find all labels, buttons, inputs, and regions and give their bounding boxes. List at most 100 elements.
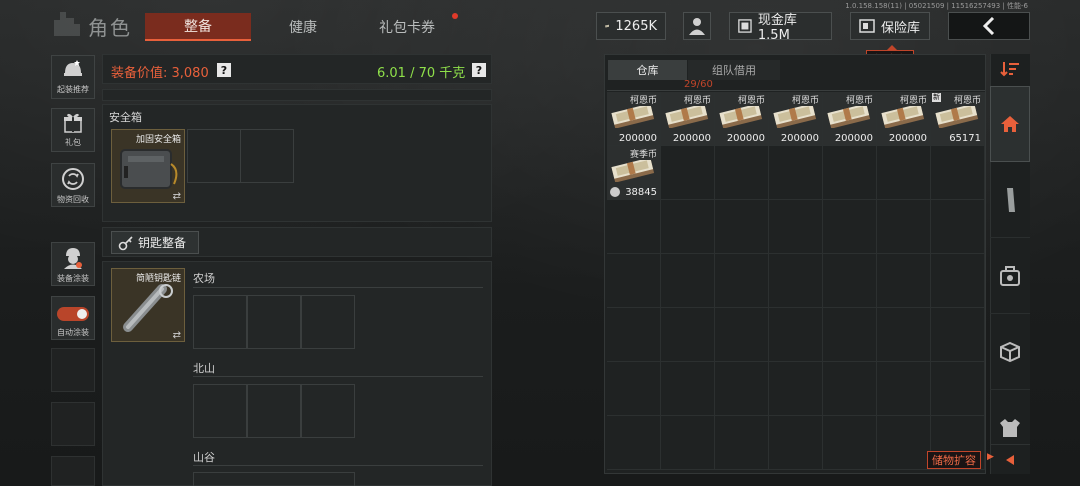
safebox-slot[interactable]: [240, 129, 294, 183]
keychain-item-tile[interactable]: 简陋钥匙链 ⇄: [111, 268, 185, 342]
keys-loadout-button[interactable]: 钥匙整备: [111, 231, 199, 254]
warehouse-slot[interactable]: 柯恩币 200000: [661, 92, 715, 146]
warehouse-item[interactable]: 柯恩币 200000: [607, 92, 660, 145]
warehouse-slot[interactable]: 柯恩币 200000: [607, 92, 661, 146]
warehouse-slot[interactable]: [607, 416, 661, 470]
warehouse-slot[interactable]: [877, 146, 931, 200]
warehouse-slot[interactable]: [607, 308, 661, 362]
warehouse-slot[interactable]: 柯恩币 65171 新: [931, 92, 985, 146]
warehouse-slot[interactable]: [661, 362, 715, 416]
warehouse-slot[interactable]: [661, 200, 715, 254]
warehouse-slot[interactable]: [823, 254, 877, 308]
warehouse-slot[interactable]: [769, 308, 823, 362]
warehouse-slot[interactable]: [823, 308, 877, 362]
warehouse-slot[interactable]: [715, 308, 769, 362]
new-badge: 新: [932, 93, 941, 102]
warehouse-item[interactable]: 赛季币 38845: [607, 146, 660, 199]
category-ammo[interactable]: [990, 162, 1030, 238]
warehouse-slot[interactable]: [769, 362, 823, 416]
warehouse-slot[interactable]: [877, 200, 931, 254]
collapse-rail-button[interactable]: [990, 444, 1030, 474]
warehouse-slot[interactable]: [607, 200, 661, 254]
warehouse-slot[interactable]: 赛季币 38845: [607, 146, 661, 200]
key-slot[interactable]: [247, 295, 301, 349]
warehouse-item[interactable]: 柯恩币 200000: [715, 92, 768, 145]
warehouse-slot[interactable]: [931, 362, 985, 416]
category-all[interactable]: [990, 86, 1030, 162]
warehouse-slot[interactable]: [715, 200, 769, 254]
warehouse-item[interactable]: 柯恩币 200000: [661, 92, 714, 145]
auto-skin-toggle[interactable]: [57, 307, 89, 321]
warehouse-slot[interactable]: [769, 416, 823, 470]
key-slot[interactable]: [247, 384, 301, 438]
sidebar-item-skin[interactable]: 装备涂装: [51, 242, 95, 286]
map-label-farm: 农场: [193, 272, 215, 285]
sidebar-item-gift[interactable]: 礼包: [51, 108, 95, 152]
item-quantity: 200000: [672, 133, 711, 144]
warehouse-slot[interactable]: [607, 254, 661, 308]
warehouse-slot[interactable]: [823, 200, 877, 254]
key-slot[interactable]: [193, 384, 247, 438]
help-icon[interactable]: ?: [217, 63, 231, 77]
cash-vault-button[interactable]: 现金库 1.5M: [729, 12, 832, 43]
warehouse-item[interactable]: 柯恩币 65171 新: [931, 92, 984, 145]
warehouse-slot[interactable]: 柯恩币 200000: [823, 92, 877, 146]
vault-button[interactable]: 保险库: [850, 12, 930, 40]
item-name: 柯恩币: [899, 96, 927, 106]
warehouse-slot[interactable]: [931, 200, 985, 254]
warehouse-slot[interactable]: [931, 146, 985, 200]
key-slot[interactable]: [301, 384, 355, 438]
warehouse-item[interactable]: 柯恩币 200000: [769, 92, 822, 145]
warehouse-slot[interactable]: 柯恩币 200000: [715, 92, 769, 146]
warehouse-slot[interactable]: [931, 308, 985, 362]
key-slot[interactable]: [301, 295, 355, 349]
help-icon[interactable]: ?: [472, 63, 486, 77]
warehouse-slot[interactable]: 柯恩币 200000: [769, 92, 823, 146]
warehouse-slot[interactable]: [931, 254, 985, 308]
currency-display[interactable]: 1265K: [596, 12, 666, 40]
warehouse-slot[interactable]: [715, 416, 769, 470]
warehouse-slot[interactable]: [661, 308, 715, 362]
warehouse-slot[interactable]: [823, 416, 877, 470]
agent-button[interactable]: [683, 12, 711, 40]
warehouse-slot[interactable]: [769, 146, 823, 200]
warehouse-item[interactable]: 柯恩币 200000: [823, 92, 876, 145]
tab-loadout[interactable]: 整备: [145, 13, 251, 41]
key-slot[interactable]: [193, 472, 355, 486]
warehouse-slot[interactable]: [715, 254, 769, 308]
warehouse-slot[interactable]: [715, 146, 769, 200]
tab-health[interactable]: 健康: [258, 13, 348, 41]
swap-icon[interactable]: ⇄: [173, 191, 181, 202]
warehouse-slot[interactable]: [877, 254, 931, 308]
sidebar-item-recycle[interactable]: 物资回收: [51, 163, 95, 207]
warehouse-slot[interactable]: [769, 200, 823, 254]
storage-expand-button[interactable]: 储物扩容: [927, 451, 981, 469]
warehouse-slot[interactable]: [877, 308, 931, 362]
warehouse-slot[interactable]: [661, 254, 715, 308]
warehouse-slot[interactable]: [715, 362, 769, 416]
warehouse-slot[interactable]: [661, 416, 715, 470]
warehouse-slot[interactable]: 柯恩币 200000: [877, 92, 931, 146]
warehouse-slot[interactable]: [661, 146, 715, 200]
safebox-item-tile[interactable]: 加固安全箱 ⇄: [111, 129, 185, 203]
warehouse-slot[interactable]: [823, 362, 877, 416]
sort-button[interactable]: [995, 58, 1025, 80]
warehouse-item[interactable]: 柯恩币 200000: [877, 92, 930, 145]
warehouse-slot[interactable]: [877, 416, 931, 470]
warehouse-slot[interactable]: [823, 146, 877, 200]
back-button[interactable]: [948, 12, 1030, 40]
key-slot[interactable]: [193, 295, 247, 349]
safebox-slot[interactable]: [187, 129, 241, 183]
warehouse-slot[interactable]: [607, 362, 661, 416]
warehouse-slot[interactable]: [877, 362, 931, 416]
tab-warehouse[interactable]: 仓库: [608, 60, 687, 80]
tab-team-borrow[interactable]: 组队借用: [688, 60, 780, 80]
swap-icon[interactable]: ⇄: [173, 330, 181, 341]
safebox-panel: 安全箱 加固安全箱 ⇄: [102, 104, 492, 222]
category-supplies[interactable]: [990, 314, 1030, 390]
tab-gift-cards[interactable]: 礼包卡券: [358, 13, 456, 41]
sidebar-item-auto-skin[interactable]: 自动涂装: [51, 296, 95, 340]
sidebar-item-recommend[interactable]: 起装推荐: [51, 55, 95, 99]
warehouse-slot[interactable]: [769, 254, 823, 308]
category-medical[interactable]: [990, 238, 1030, 314]
